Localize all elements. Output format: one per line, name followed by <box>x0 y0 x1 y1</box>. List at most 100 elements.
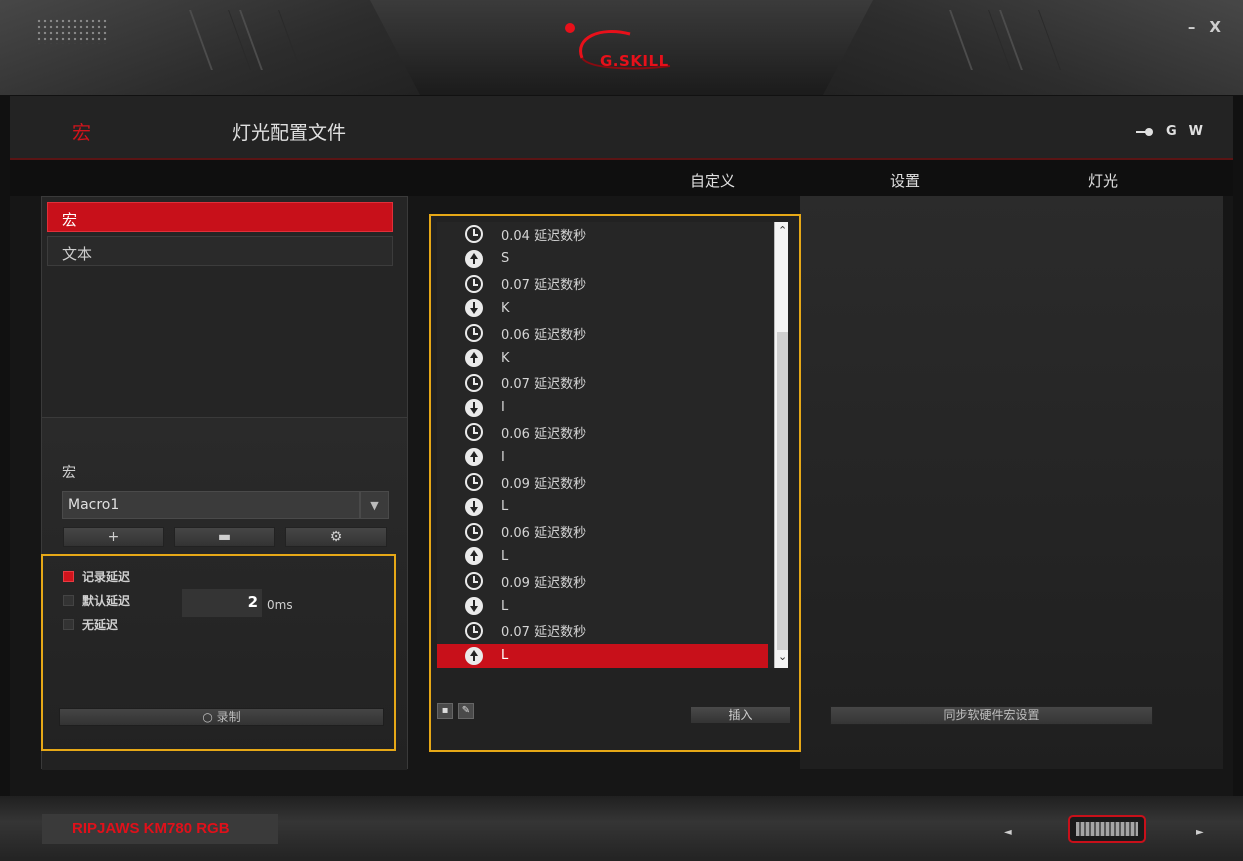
drag-grip-icon[interactable] <box>36 18 108 44</box>
add-macro-button[interactable]: + <box>63 527 164 547</box>
list-item-text: 0.06 延迟数秒 <box>501 426 587 442</box>
list-item-text: 0.06 延迟数秒 <box>501 526 587 542</box>
list-item[interactable]: S <box>437 247 768 271</box>
macro-type-text[interactable]: 文本 <box>47 236 393 266</box>
macro-label: 宏 <box>62 465 76 481</box>
macro-select[interactable]: Macro1 <box>62 491 360 519</box>
tab-lighting[interactable]: 灯光 <box>1088 170 1118 191</box>
list-item[interactable]: I <box>437 396 768 420</box>
list-item[interactable]: 0.06 延迟数秒 <box>437 520 768 544</box>
app-window: G.SKILL – X 宏 灯光配置文件 G W 自定义 设置 灯光 宏 文本 … <box>0 0 1243 861</box>
sub-navigation: 自定义 设置 灯光 <box>10 160 1233 196</box>
keyboard-keys <box>1076 822 1138 836</box>
option-record-delay[interactable]: 记录延迟 <box>63 568 130 585</box>
clock-icon <box>465 572 483 591</box>
next-device-icon[interactable]: ► <box>1196 827 1204 838</box>
clock-icon <box>465 225 483 243</box>
list-item[interactable]: 0.09 延迟数秒 <box>437 569 768 593</box>
list-item-text: I <box>501 400 505 416</box>
list-item[interactable]: K <box>437 346 768 370</box>
clock-icon <box>465 324 483 343</box>
list-item[interactable]: L <box>437 544 768 568</box>
macro-type-macro[interactable]: 宏 <box>47 202 393 232</box>
list-item[interactable]: 0.04 延迟数秒 <box>437 222 768 246</box>
list-item-text: L <box>501 648 509 664</box>
list-item[interactable]: L <box>437 495 768 519</box>
prev-device-icon[interactable]: ◄ <box>1004 827 1012 838</box>
macro-settings-button[interactable]: ⚙ <box>285 527 387 547</box>
list-item[interactable]: I <box>437 445 768 469</box>
keyboard-device-icon[interactable] <box>1068 815 1146 843</box>
usb-icon[interactable] <box>1135 127 1154 136</box>
scroll-up-icon[interactable]: ⌃ <box>778 224 787 237</box>
list-item-text: 0.07 延迟数秒 <box>501 625 587 641</box>
delete-event-icon[interactable]: ▪ <box>437 703 453 719</box>
list-item[interactable]: 0.07 延迟数秒 <box>437 272 768 296</box>
key-up-icon <box>465 249 483 268</box>
default-delay-input[interactable]: 2 <box>182 589 262 617</box>
list-item[interactable]: 0.06 延迟数秒 <box>437 420 768 444</box>
tab-settings[interactable]: 设置 <box>890 170 920 191</box>
macro-event-list[interactable]: L 0.07 延迟数秒 L 0.09 延迟数秒 L 0.06 延迟数秒 L 0.09 延迟数秒… <box>437 222 788 668</box>
w-icon[interactable]: W <box>1189 124 1203 139</box>
close-button[interactable]: X <box>1209 18 1221 36</box>
list-item-text: L <box>501 548 509 564</box>
scrollbar[interactable]: ⌃ ⌄ <box>774 222 788 668</box>
option-no-delay[interactable]: 无延迟 <box>63 616 118 633</box>
macro-type-list: 宏 文本 <box>42 197 407 417</box>
nav-tab-macro[interactable]: 宏 <box>72 118 91 145</box>
checkbox-record-delay[interactable] <box>63 571 74 582</box>
sync-hardware-macro-button[interactable]: 同步软硬件宏设置 <box>830 706 1153 725</box>
recording-options: 记录延迟 默认延迟 无延迟 2 0ms ○ 录制 <box>41 554 396 751</box>
tab-custom[interactable]: 自定义 <box>690 170 735 191</box>
title-bar[interactable]: G.SKILL – X <box>0 0 1243 95</box>
clock-icon <box>465 522 483 541</box>
list-item[interactable]: 0.06 延迟数秒 <box>437 321 768 345</box>
scrollbar-thumb[interactable] <box>777 332 788 650</box>
list-item-text: K <box>501 350 510 366</box>
edit-event-icon[interactable]: ✎ <box>458 703 474 719</box>
main-header: 宏 灯光配置文件 G W <box>10 96 1233 160</box>
list-item[interactable]: L <box>437 594 768 618</box>
key-up-icon <box>465 547 483 566</box>
delay-unit: 0ms <box>267 598 293 612</box>
list-item[interactable]: K <box>437 296 768 320</box>
chevron-down-icon[interactable]: ▼ <box>360 491 389 519</box>
list-item-text: 0.09 延迟数秒 <box>501 575 587 591</box>
option-label: 无延迟 <box>82 618 119 632</box>
key-down-icon <box>465 497 483 516</box>
list-item-text: I <box>501 449 505 465</box>
delete-macro-button[interactable]: ▬ <box>174 527 275 547</box>
record-button[interactable]: ○ 录制 <box>59 708 384 726</box>
list-item[interactable]: 0.07 延迟数秒 <box>437 371 768 395</box>
list-item-text: 0.07 延迟数秒 <box>501 278 587 294</box>
list-item[interactable]: 0.09 延迟数秒 <box>437 470 768 494</box>
clock-icon <box>465 473 483 491</box>
clock-icon <box>465 621 483 640</box>
key-up-icon <box>465 349 483 367</box>
option-default-delay[interactable]: 默认延迟 <box>63 592 130 609</box>
macro-event-list-panel: L 0.07 延迟数秒 L 0.09 延迟数秒 L 0.06 延迟数秒 L 0.09 延迟数秒… <box>429 214 801 752</box>
list-item-text: 0.09 延迟数秒 <box>501 476 587 492</box>
insert-button[interactable]: 插入 <box>690 706 791 724</box>
list-item-text: K <box>501 300 510 316</box>
key-down-icon <box>465 597 483 615</box>
nav-tab-lighting-profile[interactable]: 灯光配置文件 <box>232 118 346 145</box>
footer-bar: RIPJAWS KM780 RGB ◄ ► <box>0 796 1243 861</box>
list-item-text: 0.04 延迟数秒 <box>501 228 587 244</box>
list-item[interactable]: 0.07 延迟数秒 <box>437 619 768 643</box>
minimize-button[interactable]: – <box>1188 18 1196 36</box>
settings-panel <box>800 196 1223 769</box>
device-name: RIPJAWS KM780 RGB <box>42 814 278 844</box>
checkbox-no-delay[interactable] <box>63 619 74 630</box>
list-item[interactable]: L <box>437 643 768 668</box>
key-up-icon <box>465 646 483 665</box>
list-item-text: 0.06 延迟数秒 <box>501 327 587 343</box>
list-item-text: L <box>501 598 509 614</box>
clock-icon <box>465 373 483 392</box>
record-label: 录制 <box>216 710 241 724</box>
scroll-down-icon[interactable]: ⌄ <box>778 650 787 663</box>
g-icon[interactable]: G <box>1166 124 1177 139</box>
checkbox-default-delay[interactable] <box>63 595 74 606</box>
key-down-icon <box>465 398 483 417</box>
